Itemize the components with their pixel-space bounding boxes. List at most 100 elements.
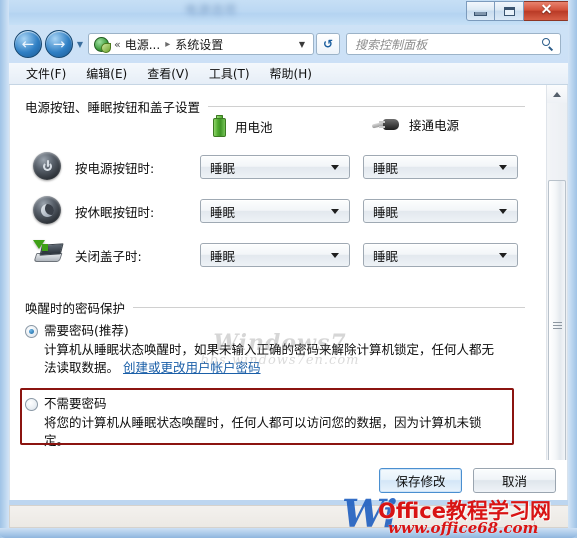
chevron-down-icon: [499, 164, 507, 170]
dropdown-close-lid-plugged[interactable]: 睡眠: [363, 243, 518, 267]
link-change-account-password[interactable]: 创建或更改用户帐户密码: [123, 360, 261, 375]
row-label-power-button: 按电源按钮时:: [75, 160, 155, 176]
battery-icon: [213, 115, 226, 137]
menu-help[interactable]: 帮助(H): [260, 63, 322, 84]
refresh-icon: ↺: [322, 37, 334, 51]
section-divider: [133, 307, 525, 308]
minimize-icon: [474, 11, 487, 16]
row-sleep-button: 按休眠按钮时: 睡眠 睡眠: [10, 189, 547, 233]
option-no-password[interactable]: 不需要密码 将您的计算机从睡眠状态唤醒时，任何人都可以访问您的数据，因为计算机未…: [10, 396, 547, 450]
minimize-button[interactable]: [466, 1, 495, 21]
history-dropdown-button[interactable]: ▼: [73, 40, 87, 49]
column-headers: 用电池 接通电源: [10, 115, 547, 141]
chevron-down-icon: [331, 252, 339, 258]
dropdown-value: 睡眠: [373, 160, 399, 176]
window-frame-right: [568, 0, 577, 538]
search-box[interactable]: 搜索控制面板: [346, 33, 561, 55]
close-icon: ✕: [540, 3, 553, 18]
option-title-no-password: 不需要密码: [44, 396, 107, 411]
password-section-header: 唤醒时的密码保护: [25, 298, 547, 317]
refresh-button[interactable]: ↺: [316, 33, 340, 55]
row-power-button: 按电源按钮时: 睡眠 睡眠: [10, 145, 547, 189]
control-panel-icon: [93, 36, 111, 53]
laptop-lid-icon: [33, 240, 64, 270]
menu-edit[interactable]: 编辑(E): [76, 63, 137, 84]
option-no-password-wrapper: 不需要密码 将您的计算机从睡眠状态唤醒时，任何人都可以访问您的数据，因为计算机未…: [10, 396, 547, 452]
dropdown-sleep-button-battery[interactable]: 睡眠: [200, 199, 350, 223]
dropdown-value: 睡眠: [210, 204, 236, 220]
forward-button[interactable]: →: [45, 30, 73, 58]
menu-file[interactable]: 文件(F): [16, 63, 76, 84]
option-description-require-password: 计算机从睡眠状态唤醒时，如果未输入正确的密码来解除计算机锁定，任何人都无法读取数…: [44, 341, 504, 377]
scroll-up-button[interactable]: [547, 85, 567, 103]
row-label-close-lid: 关闭盖子时:: [75, 248, 142, 264]
chevron-down-icon: [499, 208, 507, 214]
window-title: 电源选项: [185, 3, 238, 15]
chevron-down-icon: [331, 164, 339, 170]
dropdown-value: 睡眠: [373, 204, 399, 220]
window-frame-left: [0, 0, 9, 538]
menu-view[interactable]: 查看(V): [137, 63, 199, 84]
dropdown-value: 睡眠: [210, 248, 236, 264]
option-description-no-password: 将您的计算机从睡眠状态唤醒时，任何人都可以访问您的数据，因为计算机未锁定。: [44, 415, 482, 448]
power-settings-rows: 按电源按钮时: 睡眠 睡眠 按休眠按钮时: 睡眠 睡眠 关闭盖子时: 睡眠 睡眠: [10, 145, 547, 277]
password-section-title: 唤醒时的密码保护: [25, 301, 126, 316]
breadcrumb-overflow-icon[interactable]: «: [113, 38, 125, 51]
menu-tools[interactable]: 工具(T): [199, 63, 260, 84]
row-label-sleep-button: 按休眠按钮时:: [75, 204, 155, 220]
back-button[interactable]: ←: [14, 30, 42, 58]
title-bar[interactable]: 电源选项 ✕: [0, 0, 577, 25]
address-dropdown-icon[interactable]: ▼: [299, 40, 313, 49]
power-plug-icon: [371, 116, 400, 134]
column-header-plugged-in: 接通电源: [371, 115, 460, 134]
breadcrumb-segment-system-settings[interactable]: 系统设置: [175, 36, 223, 53]
password-options: 需要密码(推荐) 计算机从睡眠状态唤醒时，如果未输入正确的密码来解除计算机锁定，…: [10, 323, 547, 379]
chevron-down-icon: ▼: [76, 39, 84, 49]
search-input[interactable]: 搜索控制面板: [355, 36, 542, 53]
close-button[interactable]: ✕: [524, 1, 570, 21]
navigation-bar: ← → ▼ « 电源... ▸ 系统设置 ▼ ↺ 搜索控制面板: [9, 25, 568, 63]
vertical-scrollbar[interactable]: [546, 85, 567, 500]
status-bar: [9, 505, 568, 528]
dropdown-power-button-battery[interactable]: 睡眠: [200, 155, 350, 179]
dropdown-close-lid-battery[interactable]: 睡眠: [200, 243, 350, 267]
grip-icon: [552, 321, 562, 329]
menu-bar: 文件(F) 编辑(E) 查看(V) 工具(T) 帮助(H): [9, 63, 568, 85]
dropdown-sleep-button-plugged[interactable]: 睡眠: [363, 199, 518, 223]
window-controls: ✕: [466, 1, 570, 22]
power-section-header: 电源按钮、睡眠按钮和盖子设置: [25, 97, 547, 116]
chevron-up-icon: [553, 91, 561, 97]
cancel-button[interactable]: 取消: [473, 467, 556, 493]
option-require-password[interactable]: 需要密码(推荐) 计算机从睡眠状态唤醒时，如果未输入正确的密码来解除计算机锁定，…: [10, 323, 547, 377]
chevron-down-icon: [331, 208, 339, 214]
status-divider: [534, 508, 535, 525]
dropdown-power-button-plugged[interactable]: 睡眠: [363, 155, 518, 179]
forward-arrow-icon: →: [52, 34, 66, 53]
power-section-title: 电源按钮、睡眠按钮和盖子设置: [25, 100, 201, 115]
option-description-text: 计算机从睡眠状态唤醒时，如果未输入正确的密码来解除计算机锁定，任何人都无法读取数…: [44, 342, 495, 375]
scrollbar-thumb[interactable]: [548, 180, 566, 470]
window-frame-bottom: [0, 528, 577, 538]
chevron-down-icon: [499, 252, 507, 258]
restore-icon: [503, 6, 515, 16]
section-divider: [208, 106, 525, 107]
search-icon: [542, 37, 555, 51]
save-changes-button[interactable]: 保存修改: [379, 467, 462, 493]
breadcrumb-segment-power[interactable]: 电源...: [125, 36, 160, 53]
back-arrow-icon: ←: [21, 34, 35, 53]
address-bar[interactable]: « 电源... ▸ 系统设置 ▼: [88, 33, 314, 55]
option-title-require-password: 需要密码(推荐): [44, 323, 129, 338]
row-close-lid: 关闭盖子时: 睡眠 睡眠: [10, 233, 547, 277]
content-pane: 电源按钮、睡眠按钮和盖子设置 用电池 接通电源 按电源按钮时: 睡眠 睡眠 按休…: [9, 85, 568, 500]
column-header-battery: 用电池: [213, 115, 273, 137]
column-label-plugged-in: 接通电源: [409, 118, 460, 133]
power-options-window: 电源选项 ✕ ← → ▼ « 电源... ▸ 系统设置 ▼ ↺ 搜索控制面板 文…: [0, 0, 577, 538]
dropdown-value: 睡眠: [373, 248, 399, 264]
radio-no-password[interactable]: [25, 398, 38, 411]
dropdown-value: 睡眠: [210, 160, 236, 176]
radio-require-password[interactable]: [25, 325, 38, 338]
sleep-moon-icon: [33, 196, 63, 226]
dialog-button-bar: 保存修改 取消: [9, 460, 568, 500]
settings-pane: 电源按钮、睡眠按钮和盖子设置 用电池 接通电源 按电源按钮时: 睡眠 睡眠 按休…: [10, 85, 547, 500]
maximize-restore-button[interactable]: [495, 1, 524, 21]
